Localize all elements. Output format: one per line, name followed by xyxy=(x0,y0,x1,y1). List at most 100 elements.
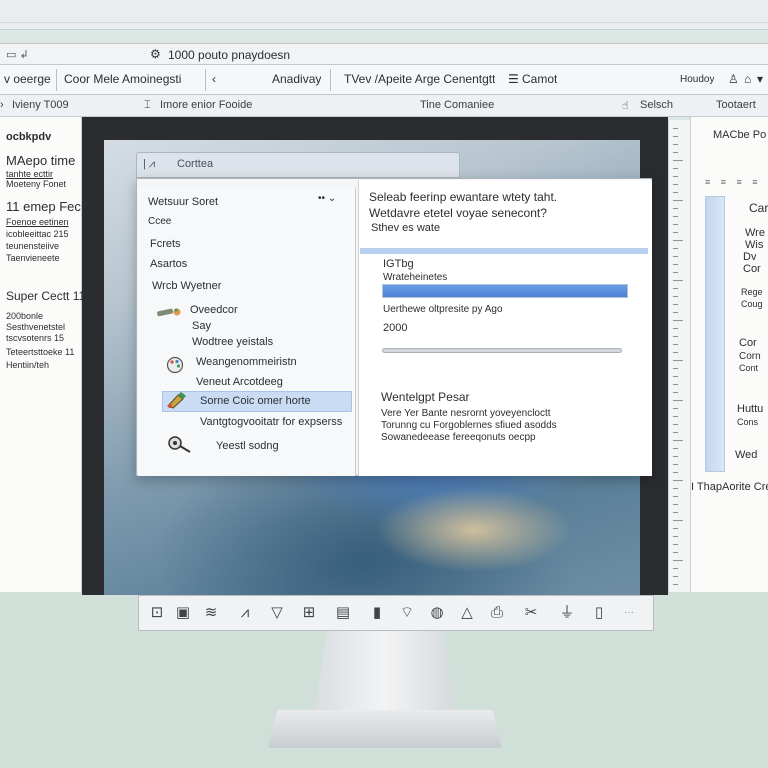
palette-icon xyxy=(166,356,184,374)
progress-bar-fill xyxy=(383,285,627,297)
scissors-icon[interactable]: ✂ xyxy=(519,602,543,624)
tab-main[interactable]: Coor Mele Amoinegsti xyxy=(64,72,181,86)
tools-icon xyxy=(166,434,194,454)
ruler-tick xyxy=(673,144,678,145)
ruler-tick xyxy=(673,224,678,225)
book-icon[interactable]: ▯ xyxy=(587,602,611,624)
tab-merge[interactable]: v oeerge xyxy=(4,72,51,86)
brush-tool-icon xyxy=(166,392,188,410)
number-value[interactable]: 2000 xyxy=(383,322,407,334)
sidebar-item[interactable]: Veneut Arcotdeeg xyxy=(196,376,283,388)
ruler-tick xyxy=(673,424,678,425)
sidebar-item[interactable]: Wrcb Wyetner xyxy=(152,280,221,292)
more-dots-icon[interactable]: ··· xyxy=(617,602,641,624)
tab-divider xyxy=(56,69,57,91)
ruler-tick xyxy=(673,448,678,449)
chart-icon[interactable]: ≋ xyxy=(199,602,223,624)
panel-line: Moeteny Fonet xyxy=(6,179,67,189)
image-icon[interactable]: ⊞ xyxy=(297,602,321,624)
vector-icon[interactable]: ⩘ xyxy=(233,602,257,624)
ruler-tick xyxy=(673,352,678,353)
bottle-icon[interactable]: ⏚ xyxy=(555,602,579,624)
section-title: Wentelgpt Pesar xyxy=(381,390,470,404)
window-title: 1000 pouto pnaydoesn xyxy=(168,48,291,62)
tab-preview[interactable]: TVev /Apeite Arge Cenentgtt xyxy=(344,72,495,86)
right-panel-line: Huttu xyxy=(737,403,764,415)
toolbar-more-button[interactable]: Imore enior Fooide xyxy=(160,99,252,111)
panel-line: Teteertsttoeke 11 xyxy=(6,347,75,357)
app-icon[interactable]: ⊡ xyxy=(145,602,169,624)
battery-icon[interactable]: ▮ xyxy=(365,602,389,624)
sidebar-item[interactable]: Weangenommeiristn xyxy=(196,356,297,368)
panel-line: icobleeittac 215 xyxy=(6,229,69,239)
wifi-icon[interactable]: ⌔ xyxy=(395,602,419,624)
print-icon[interactable]: ⎙ xyxy=(485,602,509,624)
ruler-tick xyxy=(673,392,678,393)
presentation-icon[interactable]: ▣ xyxy=(171,602,195,624)
background-window[interactable]: | ⩘ Corttea xyxy=(136,152,460,178)
more-icon[interactable]: •• ⌄ xyxy=(318,193,336,204)
toolbar-right-button[interactable]: Tootaert xyxy=(716,99,756,111)
ruler-tick xyxy=(673,136,678,137)
panel-line: Foenoe eetinen xyxy=(6,217,69,227)
account-label: Houdoy xyxy=(680,74,715,85)
sidebar-item[interactable]: Ccee xyxy=(148,216,171,227)
chevron-down-icon[interactable]: ▾ xyxy=(757,72,763,86)
document-icon[interactable]: ▤ xyxy=(331,602,355,624)
ruler-tick xyxy=(673,152,678,153)
ruler-tick xyxy=(673,288,678,289)
ruler-tick xyxy=(673,176,678,177)
ruler-tick xyxy=(673,312,678,313)
sidebar-item[interactable]: Say xyxy=(192,320,211,332)
section-line: Torunng cu Forgoblernes sfiued asodds xyxy=(381,420,557,431)
filter-icon[interactable]: ▽ xyxy=(265,602,289,624)
ruler-tick xyxy=(673,240,683,241)
progress-caption: Uerthewe oltpresite py Ago xyxy=(383,304,503,315)
ruler-tick xyxy=(673,232,678,233)
tab-activity[interactable]: Anadivay xyxy=(272,72,321,86)
toolbar-view-label[interactable]: Ivieny T009 xyxy=(12,99,69,111)
ruler-tick xyxy=(673,456,678,457)
user-icon[interactable]: ♙ xyxy=(728,72,739,86)
sidebar-item[interactable]: Vantgtogvooitatr for expserss xyxy=(200,416,342,428)
triangle-icon[interactable]: △ xyxy=(455,602,479,624)
toolbar-left-marker: › xyxy=(0,99,4,111)
right-panel-line: Car xyxy=(749,201,768,215)
ruler-tick xyxy=(673,128,678,129)
ruler-tick xyxy=(673,304,678,305)
sidebar-item[interactable]: Fcrets xyxy=(150,238,181,250)
sidebar-item[interactable]: Yeestl sodng xyxy=(216,440,279,452)
ruler-tick xyxy=(673,256,678,257)
sidebar-item[interactable]: Asartos xyxy=(150,258,187,270)
sidebar-item[interactable]: Oveedcor xyxy=(190,304,238,316)
ruler-tick xyxy=(673,280,683,281)
ruler-tick xyxy=(673,576,678,577)
globe-icon[interactable]: ◍ xyxy=(425,602,449,624)
ruler-tick xyxy=(673,192,678,193)
panel-heading: ocbkpdv xyxy=(6,131,52,143)
ruler-tick xyxy=(673,464,678,465)
toolbar-time-label[interactable]: Tine Comaniee xyxy=(420,99,494,111)
panel-line: Hentiin/teh xyxy=(6,360,50,370)
ruler-tick xyxy=(673,472,678,473)
tab-cancel[interactable]: Camot xyxy=(522,72,557,86)
cursor-icon: ⌶ xyxy=(144,99,151,111)
sidebar-item[interactable]: Wodtree yeistals xyxy=(192,336,273,348)
ruler-tick xyxy=(673,544,678,545)
ruler-tick xyxy=(673,496,678,497)
slider-track[interactable] xyxy=(382,348,622,353)
select-button[interactable]: Selsch xyxy=(640,99,673,111)
left-document-panel: ocbkpdv MAepo time tanhte ecttir Moeteny… xyxy=(0,117,85,592)
ruler-tick xyxy=(673,504,678,505)
tab-bar: v oeerge Coor Mele Amoinegsti ‹ Anadivay… xyxy=(0,65,768,95)
right-panel-line: Wis xyxy=(745,239,764,251)
lock-icon[interactable]: ⌂ xyxy=(744,72,751,86)
ruler-tick xyxy=(673,336,678,337)
ruler-tick xyxy=(673,480,683,481)
sidebar-header: Wetsuur Soret xyxy=(148,196,219,208)
ruler-tick xyxy=(673,320,683,321)
list-icon[interactable]: ☰ xyxy=(508,72,519,86)
menu-icon[interactable]: ▭ ↲ xyxy=(6,48,29,61)
chevron-left-icon[interactable]: ‹ xyxy=(212,72,216,86)
right-panel-title: MACbe Po xyxy=(713,129,767,141)
